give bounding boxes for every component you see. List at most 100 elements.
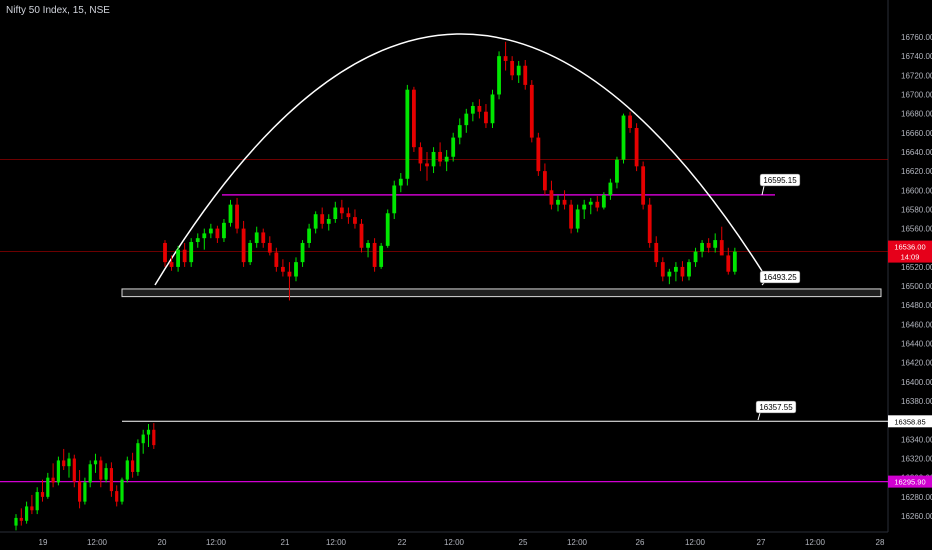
- main-candle[interactable]: [294, 262, 298, 277]
- main-candle[interactable]: [215, 228, 220, 239]
- main-candle[interactable]: [713, 240, 718, 248]
- main-candle[interactable]: [503, 56, 508, 61]
- candlestick-chart[interactable]: 16760.00 16740.00 16720.00 16700.00 16680.00…: [0, 0, 932, 550]
- main-candle[interactable]: [595, 201, 600, 208]
- early-candle[interactable]: [19, 517, 23, 521]
- early-candle[interactable]: [35, 492, 39, 511]
- main-candle[interactable]: [693, 251, 698, 263]
- early-candle[interactable]: [125, 460, 129, 480]
- main-candle[interactable]: [320, 214, 325, 224]
- early-candle[interactable]: [25, 506, 29, 521]
- main-candle[interactable]: [543, 171, 547, 191]
- main-candle[interactable]: [575, 209, 580, 229]
- early-candle[interactable]: [30, 506, 34, 511]
- main-candle[interactable]: [621, 115, 626, 160]
- main-candle[interactable]: [431, 151, 436, 167]
- main-candle[interactable]: [163, 242, 167, 263]
- main-candle[interactable]: [523, 65, 528, 85]
- main-candle[interactable]: [536, 137, 541, 172]
- main-candle[interactable]: [647, 204, 652, 243]
- main-candle[interactable]: [235, 204, 239, 229]
- early-candle[interactable]: [99, 460, 103, 480]
- early-candle[interactable]: [83, 482, 87, 502]
- main-candle[interactable]: [359, 223, 364, 248]
- main-candle[interactable]: [674, 266, 678, 272]
- early-candle[interactable]: [67, 458, 71, 467]
- main-candle[interactable]: [588, 201, 593, 205]
- main-candle[interactable]: [562, 199, 567, 205]
- main-candle[interactable]: [680, 266, 685, 277]
- early-candle[interactable]: [146, 429, 151, 435]
- early-candle[interactable]: [152, 429, 156, 446]
- early-candle[interactable]: [141, 434, 145, 444]
- early-candle[interactable]: [51, 477, 55, 483]
- main-candle[interactable]: [615, 159, 619, 183]
- main-candle[interactable]: [222, 222, 226, 239]
- early-candle[interactable]: [120, 479, 124, 502]
- early-candle[interactable]: [115, 491, 119, 502]
- main-candle[interactable]: [451, 137, 456, 157]
- chart-area[interactable]: 16760.00 16740.00 16720.00 16700.00 16680.00…: [0, 0, 932, 550]
- main-candle[interactable]: [457, 125, 462, 138]
- early-candle[interactable]: [46, 477, 50, 497]
- main-candle[interactable]: [425, 163, 429, 167]
- main-candle[interactable]: [601, 195, 606, 208]
- main-candle[interactable]: [641, 166, 646, 205]
- early-candle[interactable]: [56, 460, 60, 483]
- main-candle[interactable]: [254, 232, 259, 243]
- main-candle[interactable]: [634, 128, 639, 167]
- main-candle[interactable]: [654, 242, 659, 263]
- early-candle[interactable]: [136, 443, 140, 472]
- main-candle[interactable]: [490, 94, 495, 124]
- main-candle[interactable]: [353, 217, 357, 224]
- main-candle[interactable]: [582, 204, 587, 210]
- main-candle[interactable]: [176, 249, 180, 267]
- main-candle[interactable]: [628, 115, 632, 129]
- main-candle[interactable]: [274, 252, 279, 267]
- main-candle[interactable]: [484, 111, 488, 124]
- main-candle[interactable]: [398, 178, 403, 186]
- main-candle[interactable]: [392, 185, 397, 214]
- early-candle[interactable]: [72, 458, 76, 482]
- main-candle[interactable]: [169, 262, 174, 267]
- main-candle[interactable]: [497, 56, 501, 95]
- main-candle[interactable]: [300, 242, 305, 263]
- main-candle[interactable]: [470, 105, 475, 114]
- main-candle[interactable]: [379, 245, 384, 267]
- main-candle[interactable]: [261, 232, 266, 243]
- main-candle[interactable]: [287, 271, 292, 277]
- main-candle[interactable]: [556, 199, 560, 205]
- main-candle[interactable]: [366, 242, 370, 248]
- main-candle[interactable]: [281, 266, 285, 272]
- main-candle[interactable]: [726, 255, 731, 272]
- early-candle[interactable]: [78, 481, 82, 502]
- main-candle[interactable]: [372, 242, 377, 267]
- early-candle[interactable]: [93, 460, 98, 465]
- main-candle[interactable]: [208, 228, 213, 234]
- early-candle[interactable]: [109, 468, 113, 492]
- main-candle[interactable]: [719, 240, 724, 256]
- main-candle[interactable]: [189, 242, 194, 263]
- early-candle[interactable]: [131, 460, 135, 472]
- main-candle[interactable]: [706, 242, 711, 248]
- main-candle[interactable]: [418, 147, 423, 164]
- main-candle[interactable]: [687, 262, 691, 277]
- main-candle[interactable]: [516, 65, 521, 76]
- main-candle[interactable]: [202, 233, 207, 239]
- main-candle[interactable]: [700, 242, 704, 252]
- main-candle[interactable]: [241, 228, 246, 263]
- main-candle[interactable]: [510, 60, 515, 76]
- main-candle[interactable]: [339, 207, 344, 214]
- main-candle[interactable]: [412, 89, 416, 148]
- main-candle[interactable]: [195, 238, 200, 243]
- main-candle[interactable]: [444, 156, 449, 162]
- main-candle[interactable]: [569, 204, 573, 229]
- main-candle[interactable]: [313, 214, 318, 229]
- main-candle[interactable]: [660, 262, 665, 277]
- main-candle[interactable]: [267, 242, 272, 253]
- main-candle[interactable]: [464, 113, 469, 126]
- main-candle[interactable]: [438, 151, 442, 162]
- early-candle[interactable]: [40, 492, 45, 497]
- early-candle[interactable]: [104, 468, 108, 480]
- main-candle[interactable]: [477, 105, 482, 112]
